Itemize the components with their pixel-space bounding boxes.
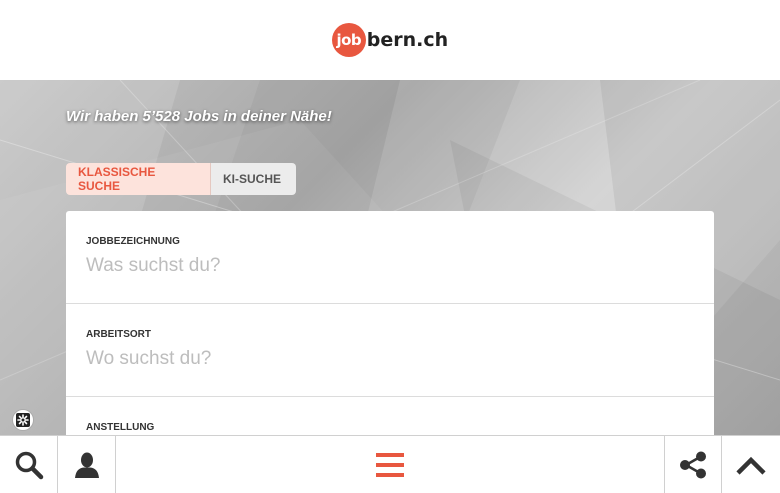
site-logo[interactable]: job bern.ch [331, 23, 449, 57]
site-header: job bern.ch [0, 0, 780, 80]
menu-button[interactable] [116, 436, 664, 493]
tab-classic-search[interactable]: KLASSISCHE SUCHE [66, 163, 211, 195]
location-field: ARBEITSORT [66, 304, 714, 397]
share-button[interactable] [664, 436, 722, 493]
location-label: ARBEITSORT [86, 329, 151, 340]
account-button[interactable] [58, 436, 116, 493]
employment-label: ANSTELLUNG [86, 422, 155, 433]
bottom-navigation [0, 435, 780, 493]
job-title-field: JOBBEZEICHNUNG [66, 211, 714, 304]
location-input[interactable] [86, 348, 694, 370]
share-icon [680, 451, 706, 478]
hero-headline: Wir haben 5’528 Jobs in deiner Nähe! [66, 108, 332, 125]
search-button[interactable] [0, 436, 58, 493]
scroll-top-button[interactable] [722, 436, 780, 493]
logo-badge: job [331, 23, 366, 57]
search-icon [15, 451, 43, 479]
chevron-up-icon [736, 456, 766, 475]
cookie-settings-icon [16, 413, 30, 427]
cookie-settings-button[interactable] [12, 409, 34, 431]
job-title-label: JOBBEZEICHNUNG [86, 236, 180, 247]
user-icon [74, 452, 99, 478]
logo-text: bern.ch [366, 29, 449, 51]
tab-ai-search[interactable]: KI-SUCHE [211, 163, 296, 195]
search-mode-tabs: KLASSISCHE SUCHE KI-SUCHE [66, 163, 296, 195]
job-title-input[interactable] [86, 255, 694, 277]
menu-icon [376, 452, 404, 477]
